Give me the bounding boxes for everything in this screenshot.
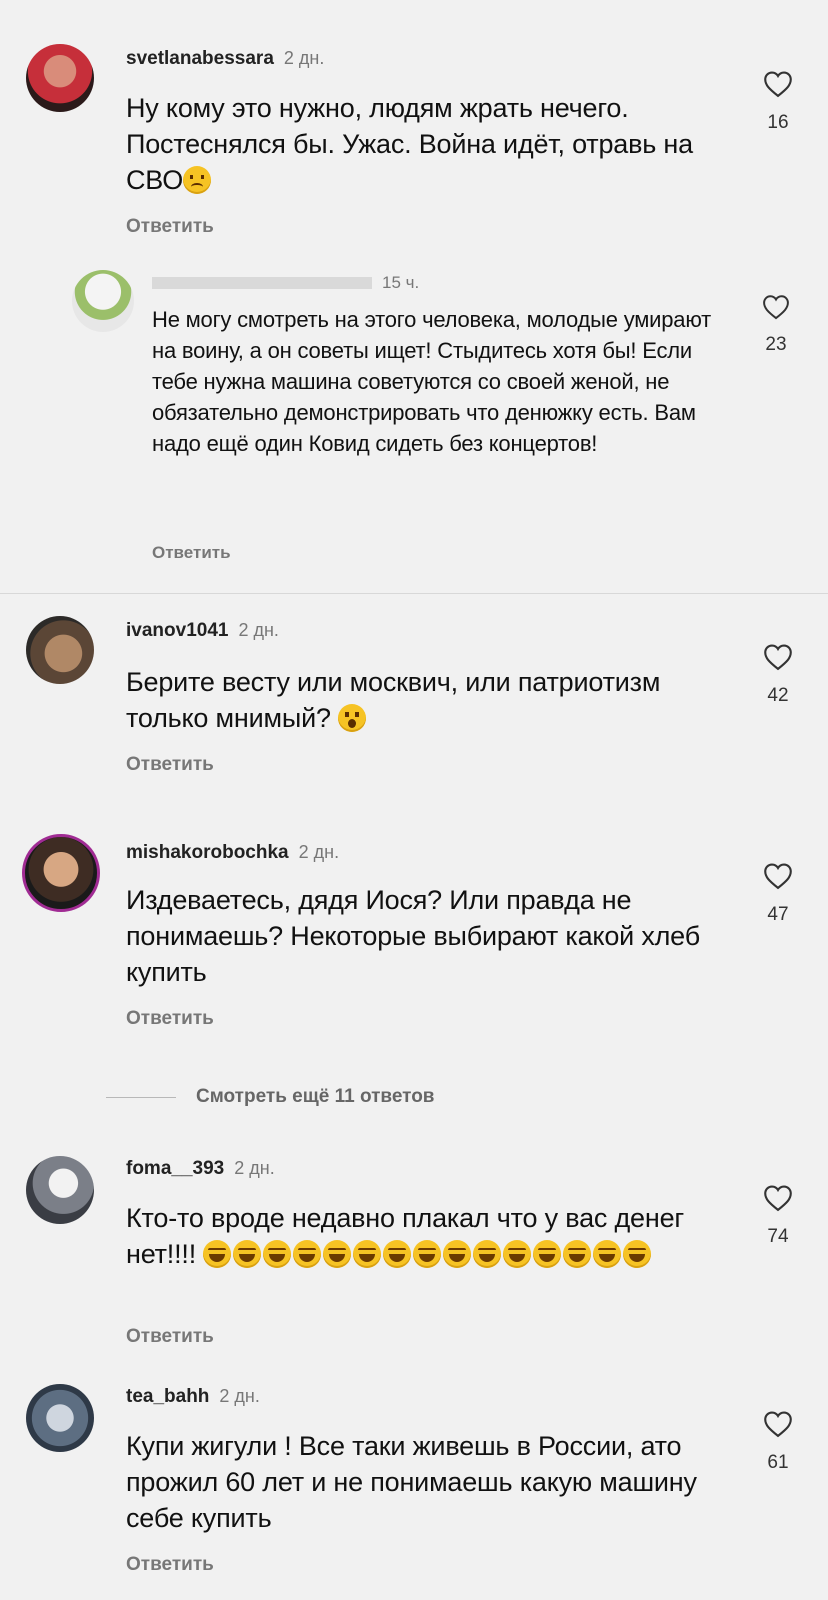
hushed-face-icon (338, 704, 367, 732)
laughing-face-icon (443, 1240, 472, 1268)
like-button[interactable]: 16 (756, 70, 800, 134)
like-button[interactable]: 42 (756, 643, 800, 707)
comment-text: Издеваетесь, дядя Иося? Или правда не по… (126, 885, 700, 987)
divider-line (106, 1096, 176, 1098)
avatar[interactable] (26, 1156, 94, 1224)
timestamp: 2 дн. (283, 48, 325, 68)
comment-text: Не могу смотреть на этого человека, моло… (152, 307, 712, 456)
like-count: 16 (767, 112, 789, 133)
laughing-face-icon (593, 1240, 622, 1268)
laughing-face-icon (413, 1240, 442, 1268)
comment-header: svetlanabessara 2 дн. (126, 48, 324, 70)
comment-text: Ну кому это нужно, людям жрать нечего. П… (126, 93, 693, 195)
view-more-label[interactable]: Смотреть ещё 11 ответов (196, 1086, 434, 1108)
comment-text: Берите весту или москвич, или патриотизм… (126, 667, 661, 733)
heart-icon (764, 71, 792, 98)
reply-button[interactable]: Ответить (126, 216, 214, 238)
reply-button[interactable]: Ответить (126, 1008, 214, 1030)
laughing-face-icon (203, 1240, 232, 1268)
like-button[interactable]: 23 (754, 294, 798, 356)
heart-icon (764, 863, 792, 890)
laughing-face-icon (623, 1240, 652, 1268)
avatar[interactable] (72, 270, 134, 332)
reply-button[interactable]: Ответить (126, 754, 214, 776)
laughing-face-icon (293, 1240, 322, 1268)
laughing-face-icon (263, 1240, 292, 1268)
reply-button[interactable]: Ответить (126, 1554, 214, 1576)
username[interactable]: foma__393 (126, 1158, 224, 1179)
avatar[interactable] (26, 44, 94, 112)
username[interactable]: tea_bahh (126, 1386, 209, 1407)
username[interactable]: svetlanabessara (126, 48, 274, 69)
comment-header: ivanov1041 2 дн. (126, 620, 279, 642)
avatar[interactable] (22, 834, 100, 912)
heart-icon (764, 1185, 792, 1212)
laughing-face-icon (503, 1240, 532, 1268)
divider (0, 593, 828, 594)
laughing-face-icon (383, 1240, 412, 1268)
laughing-face-icon (233, 1240, 262, 1268)
like-count: 23 (765, 334, 787, 355)
laughing-face-icon (353, 1240, 382, 1268)
comment-text: Кто-то вроде недавно плакал что у вас де… (126, 1203, 685, 1269)
comment-header: tea_bahh 2 дн. (126, 1386, 260, 1408)
like-count: 42 (767, 685, 789, 706)
like-button[interactable]: 47 (756, 862, 800, 926)
like-button[interactable]: 74 (756, 1184, 800, 1248)
like-count: 74 (767, 1226, 789, 1247)
reply-button[interactable]: Ответить (152, 543, 231, 563)
reply-button[interactable]: Ответить (126, 1326, 214, 1348)
heart-icon (764, 1411, 792, 1438)
laughing-face-icon (323, 1240, 352, 1268)
avatar[interactable] (26, 616, 94, 684)
timestamp: 2 дн. (219, 1386, 260, 1406)
laughing-face-icon (473, 1240, 502, 1268)
view-more-replies[interactable]: Смотреть ещё 11 ответов (106, 1082, 434, 1112)
comment-header: 15 ч. (152, 272, 419, 294)
disappointed-face-icon (183, 166, 212, 194)
timestamp: 2 дн. (234, 1158, 275, 1178)
laughing-face-icon (533, 1240, 562, 1268)
comment-header: foma__393 2 дн. (126, 1158, 275, 1180)
heart-icon (764, 644, 792, 671)
comment-header: mishakorobochka 2 дн. (126, 842, 339, 864)
comment-text: Купи жигули ! Все таки живешь в России, … (126, 1431, 697, 1533)
timestamp: 15 ч. (382, 273, 420, 292)
laughing-face-icon (563, 1240, 592, 1268)
timestamp: 2 дн. (298, 842, 340, 862)
like-button[interactable]: 61 (756, 1410, 800, 1474)
timestamp: 2 дн. (238, 620, 279, 640)
like-count: 47 (767, 904, 789, 925)
like-count: 61 (767, 1452, 789, 1473)
heart-icon (763, 295, 789, 320)
avatar[interactable] (26, 1384, 94, 1452)
username[interactable]: mishakorobochka (126, 842, 289, 863)
username[interactable]: ivanov1041 (126, 620, 228, 641)
username[interactable] (152, 276, 372, 289)
